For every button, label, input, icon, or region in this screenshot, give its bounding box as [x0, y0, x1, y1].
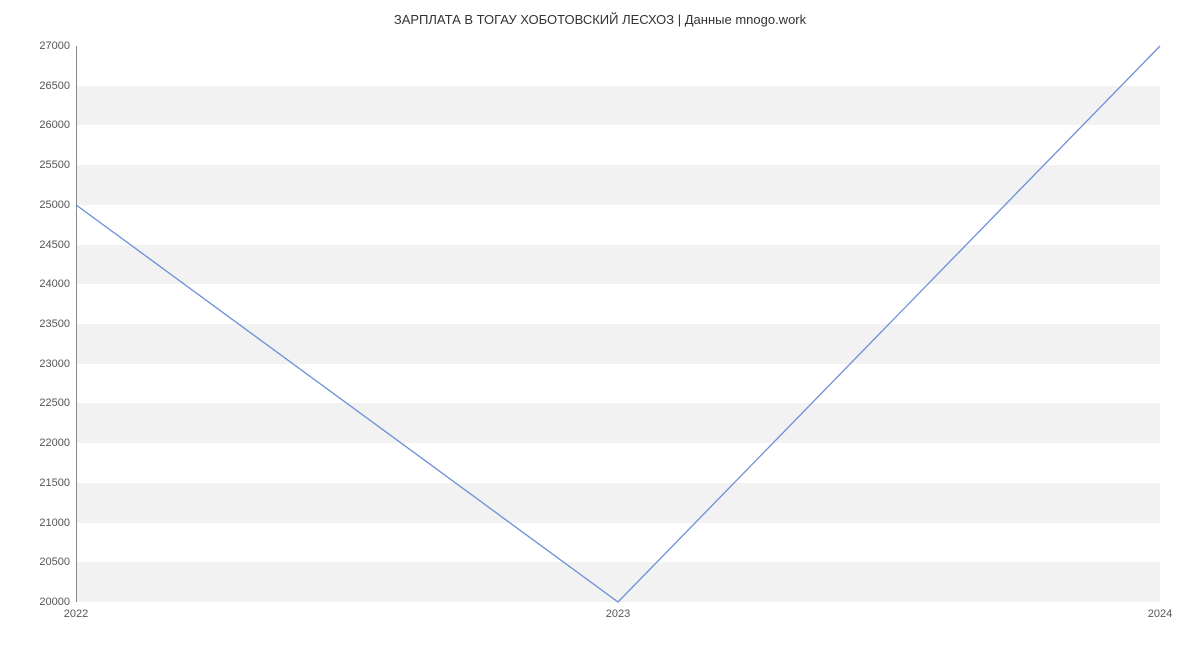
y-tick-label: 26000 — [10, 119, 70, 131]
y-tick-label: 21500 — [10, 477, 70, 489]
x-tick-label: 2024 — [1148, 608, 1172, 620]
y-tick-label: 22500 — [10, 397, 70, 409]
y-tick-label: 22000 — [10, 437, 70, 449]
x-tick-label: 2022 — [64, 608, 88, 620]
data-series-line — [76, 46, 1160, 602]
y-tick-label: 24500 — [10, 239, 70, 251]
chart-svg — [76, 46, 1160, 602]
y-tick-label: 23500 — [10, 318, 70, 330]
y-tick-label: 25500 — [10, 159, 70, 171]
y-tick-label: 21000 — [10, 517, 70, 529]
x-tick-label: 2023 — [606, 608, 630, 620]
y-tick-label: 23000 — [10, 358, 70, 370]
y-tick-label: 20000 — [10, 596, 70, 608]
y-tick-label: 25000 — [10, 199, 70, 211]
y-tick-label: 24000 — [10, 278, 70, 290]
y-tick-label: 26500 — [10, 80, 70, 92]
y-tick-label: 27000 — [10, 40, 70, 52]
chart-title: ЗАРПЛАТА В ТОГАУ ХОБОТОВСКИЙ ЛЕСХОЗ | Да… — [0, 0, 1200, 27]
y-tick-label: 20500 — [10, 556, 70, 568]
